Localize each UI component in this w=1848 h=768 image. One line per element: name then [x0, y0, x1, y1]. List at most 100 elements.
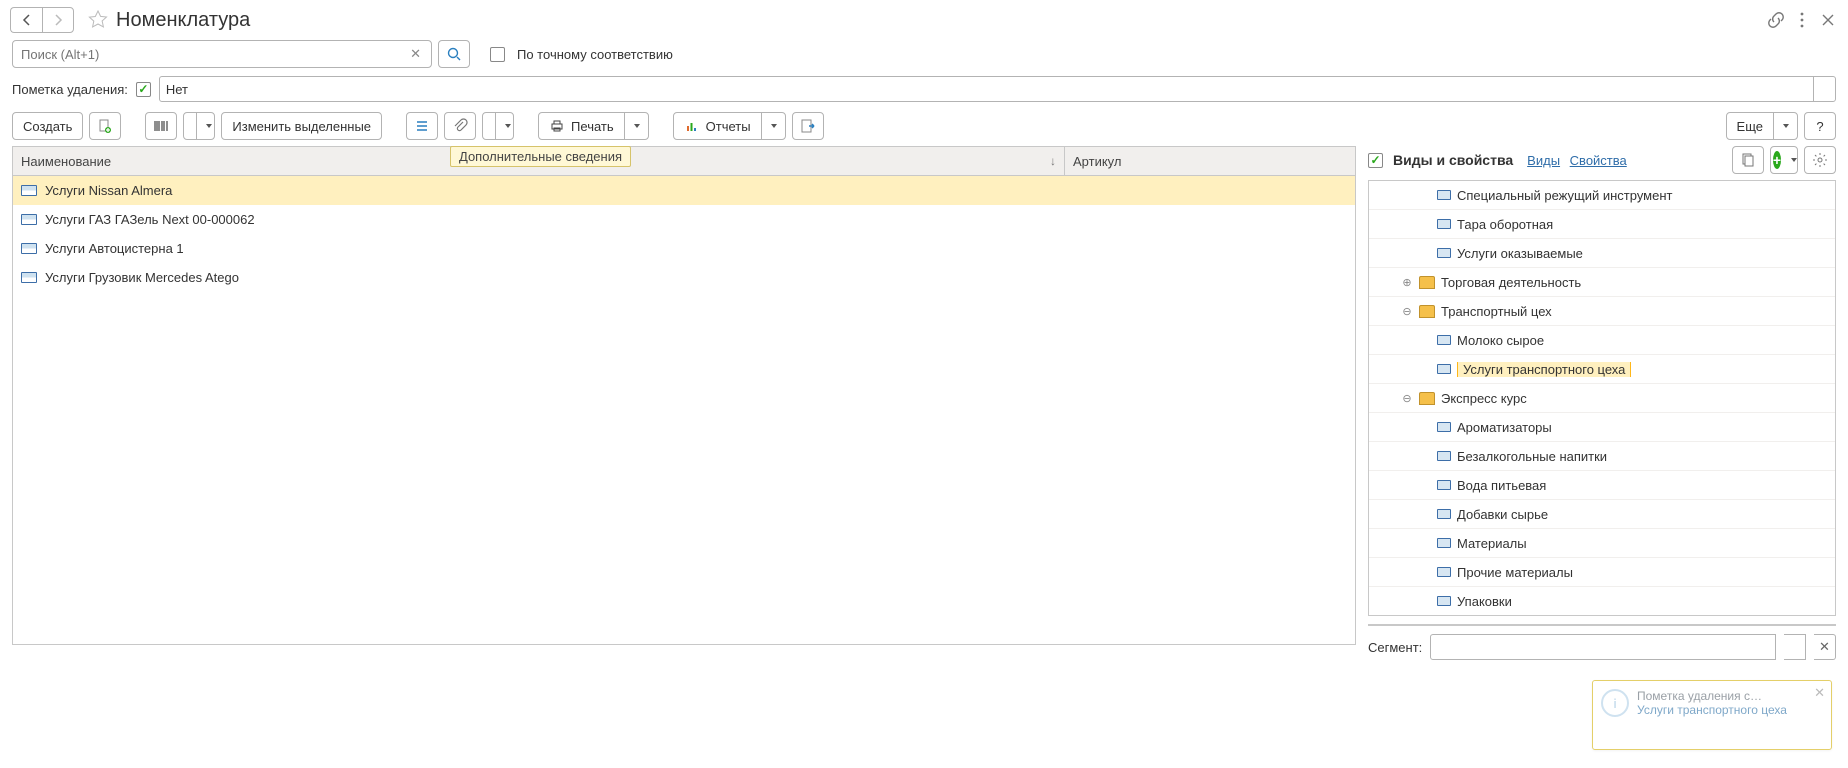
toast-close-icon[interactable]: ✕	[1814, 685, 1825, 701]
tree-label: Торговая деятельность	[1441, 275, 1581, 290]
tree-item[interactable]: Тара оборотная	[1369, 210, 1835, 239]
row-name: Услуги Грузовик Mercedes Atego	[45, 270, 239, 285]
paperclip-icon	[452, 118, 468, 134]
attachment-button[interactable]	[444, 112, 476, 140]
tree-label: Услуги транспортного цеха	[1457, 362, 1631, 377]
toast-line2: Услуги транспортного цеха	[1637, 703, 1823, 717]
tree-folder[interactable]: ⊕ Торговая деятельность	[1369, 268, 1835, 297]
tree-label: Прочие материалы	[1457, 565, 1573, 580]
segment-label: Сегмент:	[1368, 640, 1422, 655]
exact-match-checkbox[interactable]	[490, 47, 505, 62]
tree-label: Ароматизаторы	[1457, 420, 1552, 435]
tree-item[interactable]: Прочие материалы	[1369, 558, 1835, 587]
copy-button[interactable]	[1732, 146, 1764, 174]
nav-back-button[interactable]	[10, 7, 42, 33]
search-input-wrapper[interactable]: ✕	[12, 40, 432, 68]
chart-icon	[684, 118, 700, 134]
segment-dropdown-icon[interactable]	[1784, 634, 1806, 660]
segment-input[interactable]	[1430, 634, 1776, 660]
close-button[interactable]	[1818, 10, 1838, 30]
paste-dropdown-button[interactable]	[482, 112, 514, 140]
empty-detail-panel	[1368, 624, 1836, 626]
add-button[interactable]: +	[1770, 146, 1798, 174]
copy-icon	[1740, 152, 1756, 168]
tree-folder[interactable]: ⊖Транспортный цех	[1369, 297, 1835, 326]
tree-label: Добавки сырье	[1457, 507, 1548, 522]
tree-item[interactable]: Специальный режущий инструмент	[1369, 181, 1835, 210]
table-row[interactable]: Услуги Автоцистерна 1	[13, 234, 1355, 263]
leaf-icon	[1437, 248, 1451, 258]
right-header: Виды и свойства Виды Свойства +	[1368, 146, 1836, 180]
types-enabled-checkbox[interactable]	[1368, 153, 1383, 168]
chevron-down-icon[interactable]	[1813, 77, 1835, 101]
col-header-article[interactable]: Артикул	[1065, 147, 1355, 175]
create-copy-button[interactable]	[89, 112, 121, 140]
tree-item[interactable]: Безалкогольные напитки	[1369, 442, 1835, 471]
settings-button[interactable]	[1804, 146, 1836, 174]
leaf-icon	[1437, 219, 1451, 229]
folder-icon	[1419, 305, 1435, 318]
folder-icon	[1419, 392, 1435, 405]
more-button[interactable]: Еще	[1726, 112, 1798, 140]
tree-item[interactable]: Вода питьевая	[1369, 471, 1835, 500]
barcode-button[interactable]	[145, 112, 177, 140]
segment-clear-icon[interactable]: ✕	[1814, 634, 1836, 660]
reports-button[interactable]: Отчеты	[673, 112, 786, 140]
search-button[interactable]	[438, 40, 470, 68]
gear-icon	[1812, 152, 1828, 168]
printer-icon	[549, 118, 565, 134]
arrow-right-icon	[50, 12, 66, 28]
favorite-icon[interactable]	[88, 10, 108, 30]
print-button[interactable]: Печать	[538, 112, 649, 140]
item-icon	[21, 243, 37, 254]
leaf-icon	[1437, 596, 1451, 606]
leaf-icon	[1437, 422, 1451, 432]
table-row[interactable]: Услуги Грузовик Mercedes Atego	[13, 263, 1355, 292]
link-icon[interactable]	[1766, 10, 1786, 30]
tree-body[interactable]: Специальный режущий инструмент Тара оборо…	[1368, 180, 1836, 616]
filter-enabled-checkbox[interactable]	[136, 82, 151, 97]
right-pane: Виды и свойства Виды Свойства + Специаль…	[1368, 146, 1836, 660]
tree-item[interactable]: Услуги оказываемые	[1369, 239, 1835, 268]
col-header-name[interactable]: Наименование ↓ Дополнительные сведения	[13, 147, 1065, 175]
tree-item[interactable]: Добавки сырье	[1369, 500, 1835, 529]
collapse-icon[interactable]: ⊖	[1401, 392, 1413, 404]
help-button[interactable]: ?	[1804, 112, 1836, 140]
sort-arrow-icon: ↓	[1050, 154, 1056, 168]
search-input[interactable]	[19, 46, 406, 63]
table-row[interactable]: Услуги ГАЗ ГАЗель Next 00-000062	[13, 205, 1355, 234]
tree-folder[interactable]: ⊖Экспресс курс	[1369, 384, 1835, 413]
link-props[interactable]: Свойства	[1570, 153, 1627, 168]
tree-item[interactable]: Материалы	[1369, 529, 1835, 558]
search-icon	[446, 46, 462, 62]
expand-icon[interactable]: ⊕	[1401, 276, 1413, 288]
link-types[interactable]: Виды	[1527, 153, 1560, 168]
change-selected-button[interactable]: Изменить выделенные	[221, 112, 382, 140]
search-row: ✕ По точному соответствию	[0, 36, 1848, 72]
filter-select[interactable]: Нет	[159, 76, 1836, 102]
table-body[interactable]: Услуги Nissan AlmeraУслуги ГАЗ ГАЗель Ne…	[12, 175, 1356, 645]
tree-item[interactable]: Ароматизаторы	[1369, 413, 1835, 442]
barcode-icon	[153, 118, 169, 134]
right-links: Виды Свойства	[1521, 153, 1627, 168]
leaf-icon	[1437, 335, 1451, 345]
exact-match-label: По точному соответствию	[517, 47, 673, 62]
nav-forward-button[interactable]	[42, 7, 74, 33]
table-row[interactable]: Услуги Nissan Almera	[13, 176, 1355, 205]
create-button[interactable]: Создать	[12, 112, 83, 140]
tree-item[interactable]: Услуги транспортного цеха	[1369, 355, 1835, 384]
filter-label: Пометка удаления:	[12, 82, 128, 97]
tree-item[interactable]: Упаковки	[1369, 587, 1835, 616]
filter-row: Пометка удаления: Нет	[0, 72, 1848, 106]
notification-toast[interactable]: i Пометка удаления с… Услуги транспортно…	[1592, 680, 1832, 750]
tree-item[interactable]: Молоко сырое	[1369, 326, 1835, 355]
export-button[interactable]	[792, 112, 824, 140]
more-vertical-icon[interactable]	[1792, 10, 1812, 30]
list-mode-button[interactable]	[406, 112, 438, 140]
collapse-icon[interactable]: ⊖	[1401, 305, 1413, 317]
item-icon	[21, 214, 37, 225]
tree-label: Тара оборотная	[1457, 217, 1553, 232]
filter-dropdown-button[interactable]	[183, 112, 215, 140]
clear-search-icon[interactable]: ✕	[406, 46, 425, 62]
main-content: Наименование ↓ Дополнительные сведения А…	[0, 146, 1848, 672]
